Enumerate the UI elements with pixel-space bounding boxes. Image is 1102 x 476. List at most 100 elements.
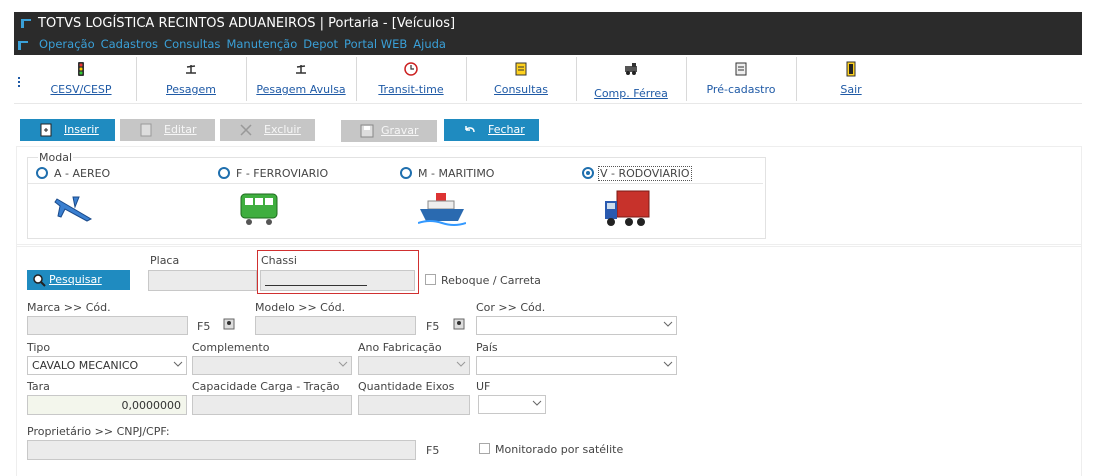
- toolbar-pesagem-avulsa-label: Pesagem Avulsa: [256, 83, 346, 96]
- chassi-cursor-line: [265, 285, 367, 286]
- marca-field[interactable]: [27, 316, 188, 335]
- tara-field[interactable]: 0,0000000: [27, 395, 187, 415]
- clock-icon: [404, 62, 418, 76]
- modal-legend: Modal: [38, 151, 73, 164]
- toolbar-comp-ferrea-label: Comp. Férrea: [594, 87, 668, 100]
- toolbar-pesagem-avulsa[interactable]: Pesagem Avulsa: [246, 57, 357, 101]
- modelo-lookup-icon[interactable]: [453, 318, 465, 330]
- train-icon: [240, 193, 278, 225]
- radio-rodoviario[interactable]: [582, 167, 594, 179]
- modelo-field[interactable]: [255, 316, 416, 335]
- tara-label: Tara: [27, 380, 50, 393]
- toolbar-cesv-cesp[interactable]: CESV/CESP: [26, 57, 137, 101]
- proprietario-field[interactable]: [27, 440, 416, 460]
- toolbar-pesagem[interactable]: Pesagem: [136, 57, 247, 101]
- pais-select[interactable]: [476, 356, 677, 375]
- monitorado-label: Monitorado por satélite: [495, 443, 624, 456]
- marca-lookup-icon[interactable]: [223, 318, 235, 330]
- toolbar-transit-time[interactable]: Transit-time: [356, 57, 467, 101]
- tara-value: 0,0000000: [121, 399, 182, 412]
- scale-icon: [296, 65, 306, 74]
- reboque-checkbox[interactable]: [425, 274, 436, 285]
- toolbar-pesagem-label: Pesagem: [166, 83, 216, 96]
- pais-label: País: [476, 341, 498, 354]
- chevron-down-icon: [173, 361, 183, 367]
- modelo-f5: F5: [426, 320, 440, 333]
- tipo-value: CAVALO MECANICO: [32, 359, 139, 372]
- document-icon: [735, 62, 747, 76]
- monitorado-checkbox[interactable]: [479, 443, 490, 454]
- close-button[interactable]: Fechar: [444, 119, 539, 141]
- radio-aereo[interactable]: [36, 167, 48, 179]
- tipo-select[interactable]: CAVALO MECANICO: [27, 356, 187, 375]
- delete-label: Excluir: [264, 123, 301, 136]
- capacidade-field[interactable]: [192, 395, 352, 415]
- insert-icon: [40, 123, 52, 137]
- insert-label: Inserir: [64, 123, 99, 136]
- back-arrow-icon: [465, 126, 475, 133]
- reboque-label: Reboque / Carreta: [441, 274, 541, 287]
- toolbar-pre-cadastro-label: Pré-cadastro: [706, 83, 776, 96]
- ano-label: Ano Fabricação: [358, 341, 442, 354]
- placa-label: Placa: [150, 254, 180, 267]
- chevron-down-icon: [532, 400, 542, 406]
- radio-rodoviario-label: V - RODOVIARIO: [598, 166, 692, 181]
- edit-icon: [140, 123, 152, 137]
- toolbar-grip[interactable]: [18, 77, 22, 87]
- proprietario-f5: F5: [426, 444, 440, 457]
- toolbar-pre-cadastro[interactable]: Pré-cadastro: [686, 57, 797, 101]
- chassi-field[interactable]: [260, 270, 415, 291]
- menu-portal-web[interactable]: Portal WEB: [344, 37, 407, 51]
- radio-ferroviario-label: F - FERROVIARIO: [236, 167, 329, 180]
- radio-maritimo[interactable]: [400, 167, 412, 179]
- toolbar-cesv-label: CESV/CESP: [50, 83, 112, 96]
- main-toolbar: CESV/CESP Pesagem Pesagem Avulsa Transit…: [14, 57, 1082, 104]
- menu-consultas[interactable]: Consultas: [164, 37, 220, 51]
- printer-icon: [515, 62, 527, 76]
- menu-ajuda[interactable]: Ajuda: [413, 37, 446, 51]
- chassi-label: Chassi: [261, 254, 297, 267]
- marca-f5: F5: [197, 320, 211, 333]
- save-icon: [360, 124, 374, 138]
- magnifier-icon: [33, 274, 46, 287]
- eixos-field[interactable]: [358, 395, 470, 415]
- insert-button[interactable]: Inserir: [20, 119, 115, 141]
- menu-operacao[interactable]: Operação: [39, 37, 95, 51]
- radio-maritimo-label: M - MARITIMO: [418, 167, 495, 180]
- chevron-down-icon: [663, 361, 673, 367]
- radio-aereo-label: A - AEREO: [54, 167, 111, 180]
- menu-cadastros[interactable]: Cadastros: [101, 37, 158, 51]
- toolbar-consultas[interactable]: Consultas: [466, 57, 577, 101]
- uf-label: UF: [476, 380, 491, 393]
- menu-depot[interactable]: Depot: [303, 37, 338, 51]
- uf-select[interactable]: [478, 395, 546, 414]
- placa-field[interactable]: [148, 270, 257, 291]
- close-label: Fechar: [488, 123, 525, 136]
- ship-icon: [418, 193, 466, 226]
- marca-label: Marca >> Cód.: [27, 301, 111, 314]
- chevron-down-icon: [456, 361, 466, 367]
- cor-select[interactable]: [476, 316, 677, 335]
- locomotive-icon: [625, 63, 637, 75]
- menu-logo-icon: [18, 41, 28, 50]
- menu-manutencao[interactable]: Manutenção: [226, 37, 297, 51]
- toolbar-consultas-label: Consultas: [494, 83, 548, 96]
- complemento-label: Complemento: [192, 341, 270, 354]
- exit-door-icon: [846, 61, 856, 77]
- delete-button[interactable]: Excluir: [220, 119, 315, 141]
- radio-ferroviario[interactable]: [218, 167, 230, 179]
- ano-select[interactable]: [358, 356, 470, 375]
- proprietario-label: Proprietário >> CNPJ/CPF:: [27, 425, 170, 438]
- tipo-label: Tipo: [27, 341, 51, 354]
- save-button[interactable]: Gravar: [341, 120, 437, 142]
- chevron-down-icon: [663, 321, 673, 327]
- menu-bar: Operação Cadastros Consultas Manutenção …: [39, 37, 452, 51]
- edit-label: Editar: [164, 123, 197, 136]
- search-button[interactable]: Pesquisar: [27, 270, 130, 290]
- complemento-select[interactable]: [192, 356, 352, 375]
- save-label: Gravar: [381, 124, 419, 137]
- toolbar-comp-ferrea[interactable]: Comp. Férrea: [576, 57, 687, 101]
- modal-divider: [28, 183, 763, 184]
- toolbar-sair[interactable]: Sair: [796, 57, 906, 101]
- edit-button[interactable]: Editar: [120, 119, 215, 141]
